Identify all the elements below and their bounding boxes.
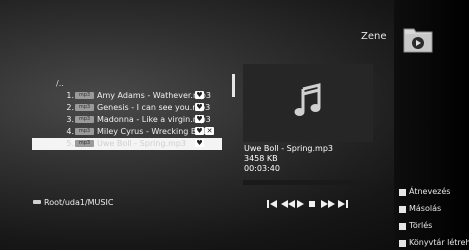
white-key-icon bbox=[399, 206, 406, 213]
music-folder-icon bbox=[402, 24, 434, 54]
mp3-badge: mp3 bbox=[75, 104, 94, 111]
track-duration: 00:03:40 bbox=[244, 164, 280, 173]
page-title: Zene bbox=[361, 31, 387, 42]
list-item-selected[interactable]: 5. mp3 Uwe Boll - Spring.mp3 ♥ bbox=[32, 138, 222, 150]
mp3-badge: mp3 bbox=[75, 116, 94, 123]
white-key-icon bbox=[399, 189, 406, 196]
list-item[interactable]: 2. mp3 Genesis - I can see you.mp3 ♥ bbox=[32, 102, 222, 114]
heart-icon[interactable]: ♥ bbox=[195, 127, 204, 135]
file-name: Miley Cyrus - Wrecking Ball. bbox=[97, 127, 209, 136]
heart-icon[interactable]: ♥ bbox=[195, 103, 204, 111]
rewind-icon[interactable] bbox=[281, 199, 295, 209]
preview-panel bbox=[243, 64, 373, 142]
heart-icon[interactable]: ♥ bbox=[195, 91, 204, 99]
file-name: Genesis - I can see you.mp3 bbox=[97, 103, 211, 112]
delete-icon[interactable]: ✕ bbox=[205, 127, 214, 135]
root-path: Root/uda1/MUSIC bbox=[33, 198, 113, 207]
white-key-icon bbox=[399, 223, 406, 230]
white-key-icon bbox=[399, 240, 406, 247]
heart-icon[interactable]: ♥ bbox=[195, 115, 204, 123]
play-icon[interactable] bbox=[297, 199, 304, 209]
stop-icon[interactable] bbox=[309, 199, 316, 209]
file-name: Amy Adams - Wathever.mp3 bbox=[97, 91, 211, 100]
track-info: Uwe Boll - Spring.mp3 3458 KB 00:03:40 bbox=[244, 144, 333, 174]
heart-icon[interactable]: ♥ bbox=[195, 139, 204, 147]
scrollbar[interactable] bbox=[232, 74, 235, 97]
mp3-badge: mp3 bbox=[75, 140, 94, 147]
file-name: Uwe Boll - Spring.mp3 bbox=[97, 139, 186, 148]
track-filename: Uwe Boll - Spring.mp3 bbox=[244, 144, 333, 153]
file-list: 1. mp3 Amy Adams - Wathever.mp3 ♥ 2. mp3… bbox=[32, 90, 222, 150]
parent-directory[interactable]: /.. bbox=[56, 79, 64, 88]
list-item[interactable]: 1. mp3 Amy Adams - Wathever.mp3 ♥ bbox=[32, 90, 222, 102]
fast-forward-icon[interactable] bbox=[321, 199, 335, 209]
mp3-badge: mp3 bbox=[75, 128, 94, 135]
skip-forward-icon[interactable] bbox=[338, 199, 349, 209]
list-item[interactable]: 3. mp3 Madonna - Like a virgin.mp3 ♥ bbox=[32, 114, 222, 126]
track-size: 3458 KB bbox=[244, 154, 278, 163]
music-note-icon bbox=[292, 83, 324, 119]
skip-back-icon[interactable] bbox=[267, 199, 278, 209]
root-path-text: Root/uda1/MUSIC bbox=[44, 198, 114, 207]
progress-bar[interactable] bbox=[243, 180, 373, 185]
list-item[interactable]: 4. mp3 Miley Cyrus - Wrecking Ball. ♥ ✕ bbox=[32, 126, 222, 138]
usb-drive-icon bbox=[33, 200, 41, 204]
media-player-screen: Zene /.. 1. mp3 Amy Adams - Wathever.mp3… bbox=[0, 0, 469, 250]
mp3-badge: mp3 bbox=[75, 92, 94, 99]
file-name: Madonna - Like a virgin.mp3 bbox=[97, 115, 211, 124]
